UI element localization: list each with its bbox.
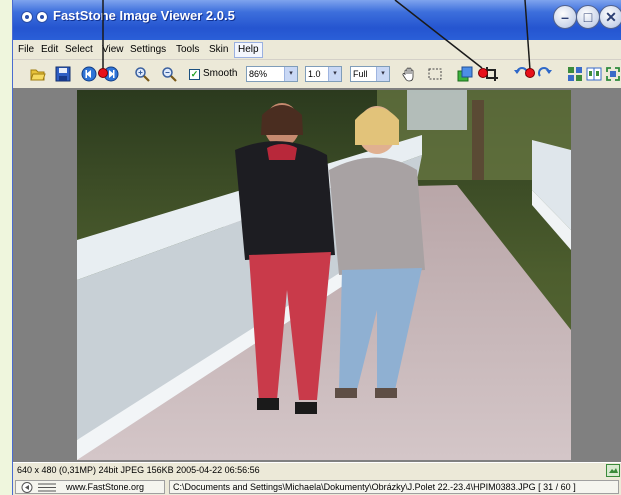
image-viewport[interactable] xyxy=(13,88,621,462)
zoom-out-icon[interactable] xyxy=(161,66,177,82)
zoom-in-icon[interactable] xyxy=(134,66,150,82)
menu-edit[interactable]: Edit xyxy=(41,44,58,55)
menu-help[interactable]: Help xyxy=(234,42,263,58)
rotate-right-icon[interactable] xyxy=(537,66,553,82)
ratio-value: 1.0 xyxy=(308,69,321,79)
fast-rewind-icon xyxy=(21,482,33,493)
menu-select[interactable]: Select xyxy=(65,44,93,55)
title-bar[interactable]: FastStone Image Viewer 2.0.5 – □ ✕ xyxy=(13,0,621,40)
thumbnails-icon[interactable] xyxy=(567,66,583,82)
file-path: C:\Documents and Settings\Michaela\Dokum… xyxy=(169,480,619,494)
menu-lines-icon xyxy=(38,483,56,492)
previous-image-icon[interactable] xyxy=(81,66,97,82)
menu-bar: File Edit Select View Settings Tools Ski… xyxy=(13,40,621,60)
website-link[interactable]: www.FastStone.org xyxy=(15,480,165,494)
zoom-select[interactable]: 86% ▾ xyxy=(246,66,298,82)
annotation-marker-rotate xyxy=(525,68,535,78)
smooth-checkbox[interactable]: ✓ xyxy=(189,69,200,80)
chevron-down-icon[interactable]: ▾ xyxy=(376,67,389,81)
compare-icon[interactable] xyxy=(586,66,602,82)
image-info-bar: 640 x 480 (0,31MP) 24bit JPEG 156KB 2005… xyxy=(13,462,621,478)
minimize-button[interactable]: – xyxy=(553,5,577,29)
chevron-down-icon[interactable]: ▾ xyxy=(328,67,341,81)
fullscreen-icon[interactable] xyxy=(605,66,621,82)
fit-value: Full xyxy=(353,69,368,79)
menu-settings[interactable]: Settings xyxy=(130,44,166,55)
maximize-button[interactable]: □ xyxy=(576,5,600,29)
close-button[interactable]: ✕ xyxy=(599,5,621,29)
smooth-label: Smooth xyxy=(203,68,238,79)
system-menu-icon[interactable] xyxy=(21,11,33,23)
website-url[interactable]: www.FastStone.org xyxy=(66,481,144,493)
menu-tools[interactable]: Tools xyxy=(176,44,199,55)
image-info-text: 640 x 480 (0,31MP) 24bit JPEG 156KB 2005… xyxy=(17,465,260,475)
window-title: FastStone Image Viewer 2.0.5 xyxy=(53,8,235,23)
menu-skin[interactable]: Skin xyxy=(209,44,228,55)
menu-file[interactable]: File xyxy=(18,44,34,55)
displayed-photo[interactable] xyxy=(77,90,571,460)
zoom-value: 86% xyxy=(249,69,268,79)
chevron-down-icon[interactable]: ▾ xyxy=(284,67,297,81)
selection-rectangle-icon[interactable] xyxy=(427,66,443,82)
fit-window-icon[interactable] xyxy=(606,464,620,477)
ratio-select[interactable]: 1.0 ▾ xyxy=(305,66,342,82)
annotation-marker-crop xyxy=(478,68,488,78)
resize-image-icon[interactable] xyxy=(457,66,473,82)
annotation-marker-navigation xyxy=(98,68,108,78)
app-icon xyxy=(36,11,48,23)
path-bar: www.FastStone.org C:\Documents and Setti… xyxy=(13,479,621,495)
hand-pan-icon[interactable] xyxy=(401,66,417,82)
menu-view[interactable]: View xyxy=(102,44,124,55)
folder-open-icon[interactable] xyxy=(30,66,46,82)
fit-select[interactable]: Full ▾ xyxy=(350,66,390,82)
floppy-disk-icon[interactable] xyxy=(55,66,71,82)
